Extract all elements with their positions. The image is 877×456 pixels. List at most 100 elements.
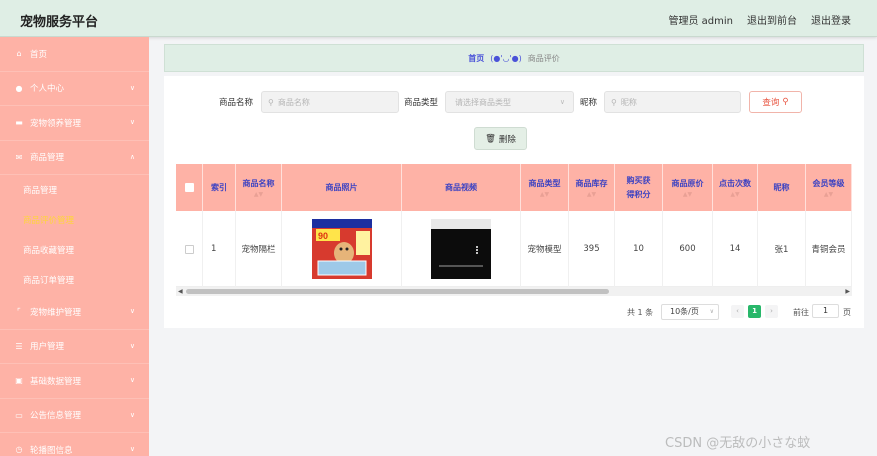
cell-video: [402, 211, 521, 287]
scrollbar-thumb[interactable]: [186, 289, 609, 294]
pagination-total: 共 1 条: [627, 308, 654, 317]
app-title: 宠物服务平台: [20, 15, 99, 30]
clipboard-icon: ▣: [15, 376, 23, 386]
goods-photo[interactable]: 90: [311, 219, 372, 279]
home-icon: ⌂: [16, 49, 22, 59]
sort-icon: ▲▼: [682, 191, 693, 198]
pagination: 共 1 条 10条/页 ∨ ‹ 1 › 前往 1 页: [164, 304, 864, 320]
scroll-left-icon[interactable]: ◀: [178, 287, 183, 296]
cell-index: 1: [203, 211, 236, 287]
goods-type-placeholder: 请选择商品类型: [455, 97, 511, 107]
breadcrumb-home[interactable]: 首页: [468, 53, 484, 64]
nickname-label: 昵称: [580, 98, 598, 108]
sidebar-item-personal[interactable]: ● 个人中心 ∨: [0, 72, 149, 106]
col-header-clicks[interactable]: 点击次数 ▲▼: [713, 164, 758, 211]
sidebar-item-pet-service[interactable]: ▬ 宠物领养管理 ∨: [0, 106, 149, 141]
photo-badge: 90: [318, 231, 328, 241]
goods-type-select[interactable]: 请选择商品类型 ∨: [445, 91, 574, 113]
sidebar-subitem-goods-review[interactable]: 商品评价管理: [0, 205, 149, 235]
sort-icon: ▲▼: [823, 191, 834, 198]
col-header-type[interactable]: 商品类型 ▲▼: [521, 164, 569, 211]
cell-stock: 395: [569, 211, 615, 287]
cell-price: 600: [663, 211, 713, 287]
chevron-down-icon: ∨: [129, 445, 135, 453]
col-header-label: 商品库存: [575, 179, 608, 188]
goods-video-player[interactable]: [431, 219, 491, 279]
col-header-photo[interactable]: 商品照片: [282, 164, 402, 211]
sidebar-subitem-goods-manage[interactable]: 商品管理: [0, 175, 149, 205]
col-header-label: 点击次数: [719, 179, 751, 188]
horizontal-scrollbar[interactable]: ◀ ▶: [176, 287, 852, 296]
sidebar-item-carousel[interactable]: ◷ 轮播图信息 ∨: [0, 433, 149, 456]
col-header-label: 商品照片: [325, 182, 358, 192]
user-icon: ●: [15, 83, 23, 93]
content-panel: 商品名称 ⚲ 商品名称 商品类型 请选择商品类型 ∨ 昵称 ⚲ 昵称 查询 ⚲ …: [164, 76, 864, 328]
chevron-down-icon: ∨: [129, 376, 135, 384]
query-button-label: 查询: [762, 98, 780, 108]
chevron-down-icon: ∨: [709, 308, 714, 315]
col-header-level[interactable]: 会员等级 ▲▼: [806, 164, 852, 211]
chevron-down-icon: ∨: [129, 341, 135, 350]
sidebar-item-label: 轮播图信息: [30, 445, 73, 456]
select-all-checkbox[interactable]: [184, 183, 194, 192]
sidebar-subitem-goods-order[interactable]: 商品订单管理: [0, 265, 149, 295]
sidebar-item-label: 个人中心: [30, 84, 65, 95]
sidebar-item-users[interactable]: ☰ 用户管理 ∨: [0, 330, 149, 364]
admin-user-label: 管理员 admin: [668, 16, 733, 27]
cell-nickname: 张1: [758, 211, 806, 287]
goods-name-input[interactable]: ⚲ 商品名称: [261, 91, 399, 113]
sidebar-item-notice[interactable]: ▭ 公告信息管理 ∨: [0, 399, 149, 433]
sidebar-subitem-goods-favorite[interactable]: 商品收藏管理: [0, 235, 149, 265]
cell-clicks: 14: [713, 211, 758, 287]
goto-page-input[interactable]: 1: [812, 304, 839, 318]
trash-icon: 🗑: [485, 133, 496, 144]
clock-icon: ◷: [15, 445, 23, 455]
sidebar-item-label: 宠物领养管理: [30, 118, 82, 129]
front-link[interactable]: 退出到前台: [747, 12, 797, 27]
logout-link[interactable]: 退出登录: [811, 12, 851, 27]
cell-level: 青铜会员: [806, 211, 852, 287]
cell-name: 宠物隔栏: [236, 211, 282, 287]
chevron-down-icon: ∨: [129, 410, 135, 419]
search-icon: ⚲: [782, 97, 789, 107]
col-header-label: 商品类型: [528, 179, 561, 188]
frame-icon: ⌜: [17, 307, 21, 317]
sidebar-item-home[interactable]: ⌂ 首页: [0, 37, 149, 72]
sidebar-item-label: 首页: [30, 49, 48, 60]
sidebar-item-label: 宠物维护管理: [30, 307, 82, 318]
page-number-current[interactable]: 1: [748, 305, 761, 318]
chevron-down-icon: ∨: [129, 83, 135, 92]
sidebar-item-base-data[interactable]: ▣ 基础数据管理 ∨: [0, 364, 149, 399]
sidebar-item-goods[interactable]: ✉ 商品管理 ∧: [0, 141, 149, 175]
search-form: 商品名称 ⚲ 商品名称 商品类型 请选择商品类型 ∨ 昵称 ⚲ 昵称 查询 ⚲: [164, 91, 864, 113]
row-checkbox[interactable]: [184, 244, 194, 254]
goods-type-label: 商品类型: [404, 98, 439, 108]
page-size-select[interactable]: 10条/页 ∨: [661, 304, 719, 320]
next-page-button[interactable]: ›: [765, 305, 778, 318]
prev-page-button[interactable]: ‹: [731, 305, 744, 318]
search-icon: ⚲: [268, 97, 274, 107]
chevron-down-icon: ∨: [129, 118, 135, 126]
nickname-input[interactable]: ⚲ 昵称: [604, 91, 741, 113]
nickname-placeholder: 昵称: [620, 97, 637, 107]
col-header-label: 购买获得积分: [626, 175, 651, 199]
sort-icon: ▲▼: [253, 191, 264, 198]
col-header-nickname[interactable]: 昵称: [758, 164, 806, 211]
col-header-price[interactable]: 商品原价 ▲▼: [663, 164, 713, 211]
sidebar-item-pet-care[interactable]: ⌜ 宠物维护管理 ∨: [0, 295, 149, 330]
query-button[interactable]: 查询 ⚲: [749, 91, 802, 113]
col-header-label: 商品名称: [242, 179, 275, 188]
delete-button[interactable]: 🗑 删除: [474, 127, 527, 150]
col-header-name[interactable]: 商品名称 ▲▼: [236, 164, 282, 211]
col-header-video[interactable]: 商品视频: [402, 164, 521, 211]
ticket-icon: ▭: [15, 410, 23, 420]
col-header-stock[interactable]: 商品库存 ▲▼: [569, 164, 615, 211]
col-header-points[interactable]: 购买获得积分: [615, 164, 663, 211]
sidebar-item-label: 公告信息管理: [30, 411, 82, 422]
goods-name-label: 商品名称: [219, 98, 254, 108]
breadcrumb-current: 商品评价: [527, 53, 560, 63]
top-bar: 宠物服务平台 管理员 admin 退出到前台 退出登录: [0, 0, 877, 37]
cell-type: 宠物模型: [521, 211, 569, 287]
cell-points: 10: [615, 211, 663, 287]
scroll-right-icon[interactable]: ▶: [845, 287, 850, 296]
